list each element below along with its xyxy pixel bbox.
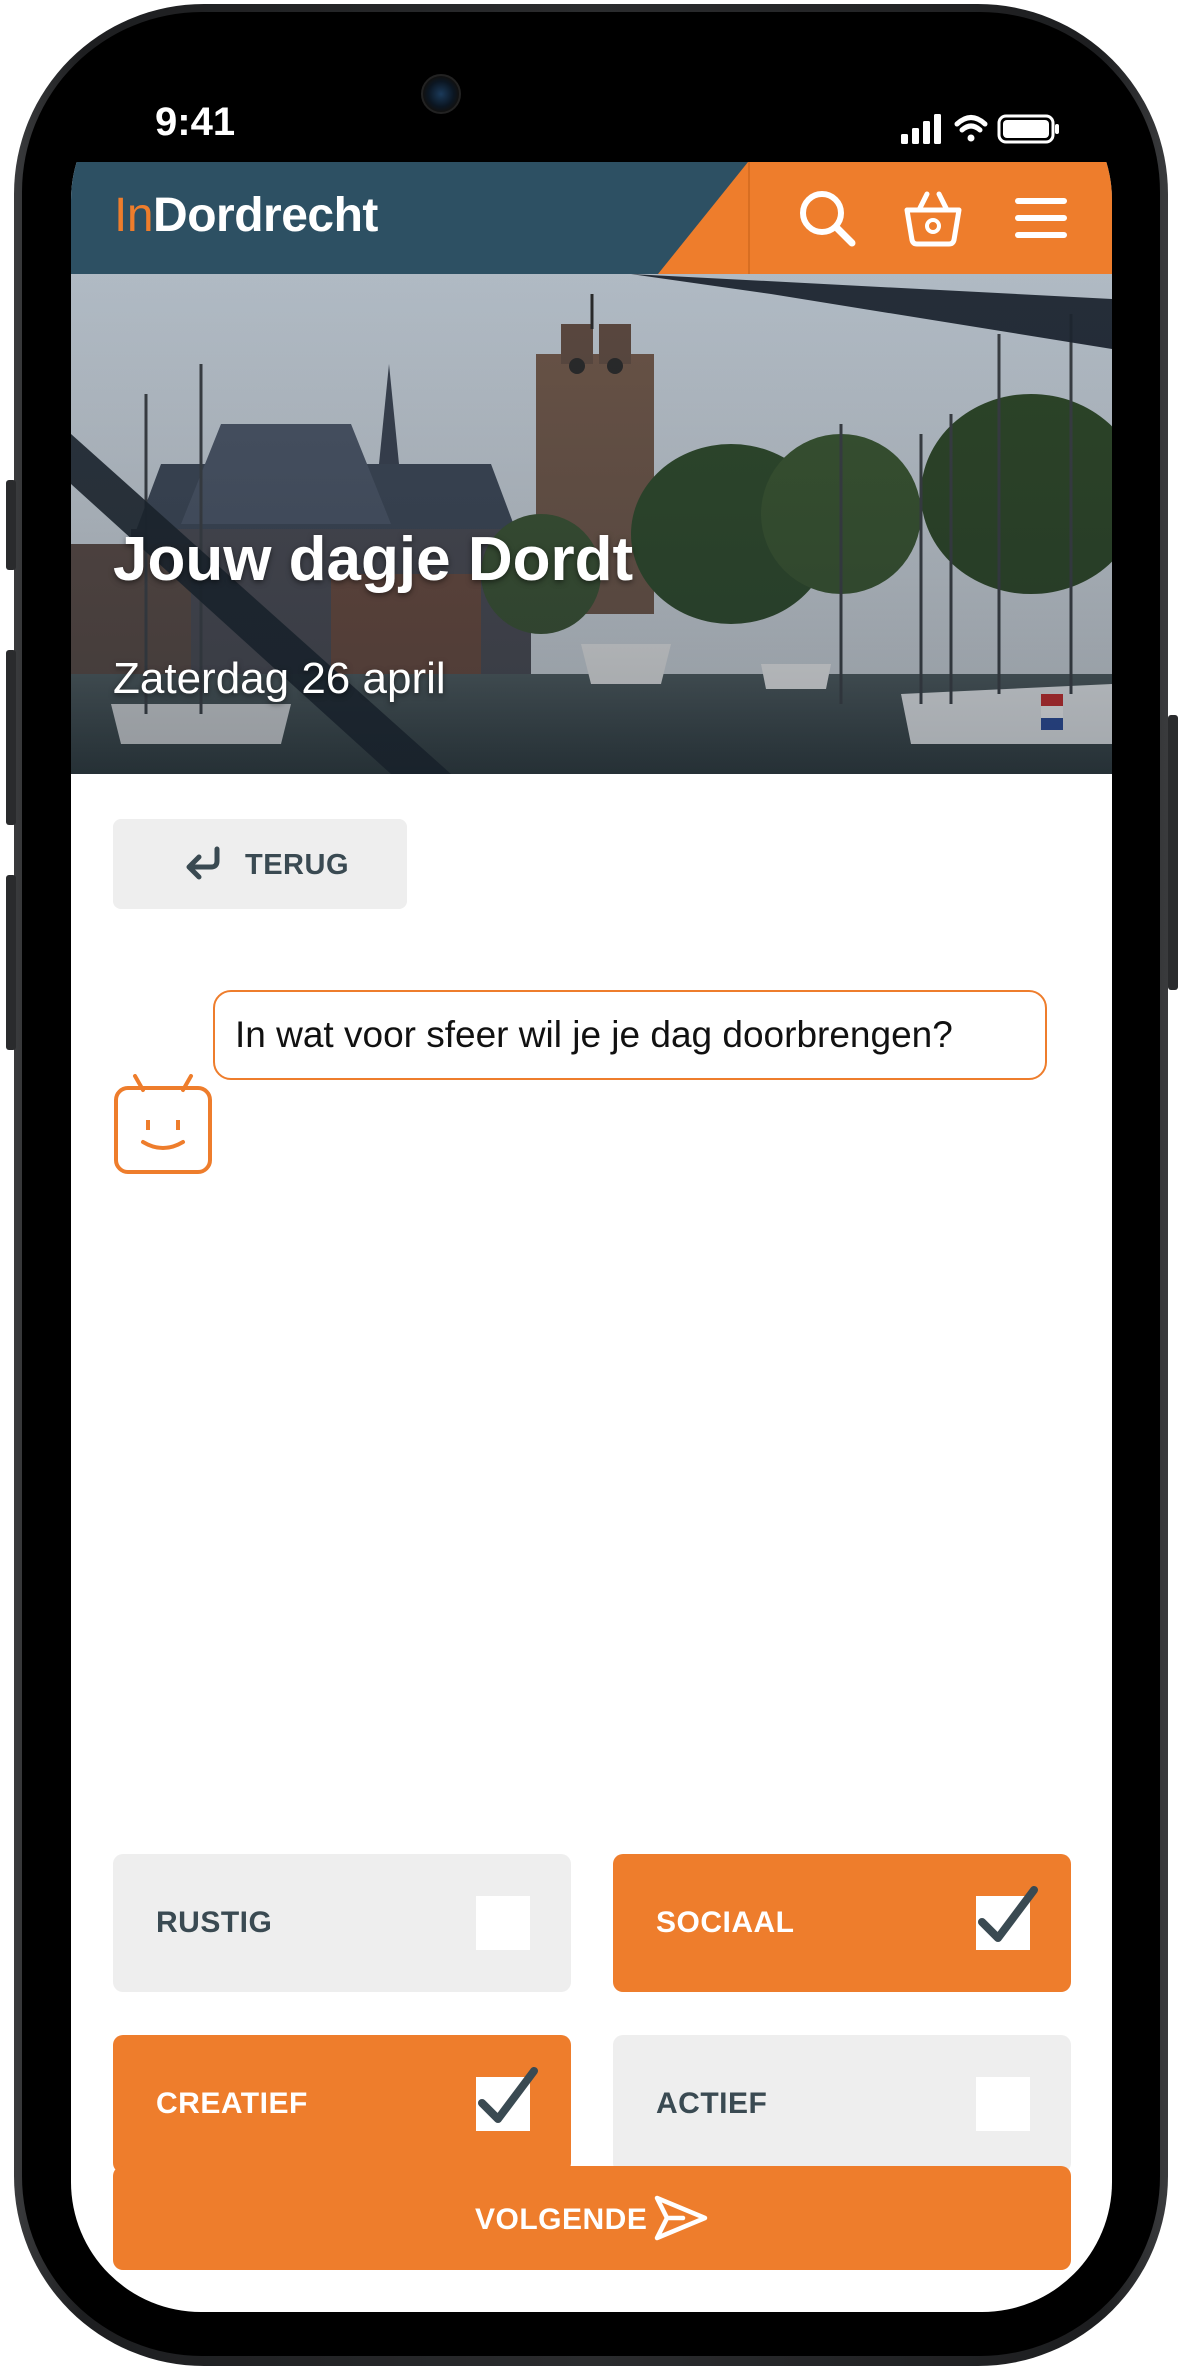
option-rustig[interactable]: RUSTIG [113, 1854, 571, 1992]
back-button-label: TERUG [245, 849, 349, 881]
option-sociaal[interactable]: SOCIAAL [613, 1854, 1071, 1992]
mute-switch [6, 480, 16, 570]
status-time: 9:41 [155, 100, 236, 144]
wifi-icon [954, 115, 988, 142]
status-icons [901, 114, 1059, 144]
option-actief[interactable]: ACTIEF [613, 2035, 1071, 2173]
bot-face-icon [114, 1074, 212, 1174]
option-checkbox[interactable] [976, 1886, 1038, 1950]
next-button[interactable]: VOLGENDE [113, 2166, 1071, 2270]
search-icon[interactable] [795, 186, 859, 250]
chat-question-bubble: In wat voor sfeer wil je je dag doorbren… [213, 990, 1047, 1080]
app-content: InDordrecht Jouw dagje Dordt Zaterdag 26… [71, 162, 1112, 2312]
next-button-label: VOLGENDE [475, 2203, 648, 2236]
send-icon [654, 2195, 708, 2241]
option-label: RUSTIG [156, 1906, 273, 1939]
option-label: CREATIEF [156, 2087, 308, 2120]
battery-icon [997, 114, 1059, 144]
front-camera [421, 74, 461, 114]
status-bar: 9:41 [71, 70, 1112, 162]
basket-icon[interactable] [901, 186, 965, 250]
menu-icon[interactable] [1009, 186, 1073, 250]
cellular-signal-icon [901, 114, 941, 144]
volume-down-button [6, 875, 16, 1050]
option-checkbox[interactable] [476, 2067, 538, 2131]
return-arrow-icon [186, 846, 220, 880]
checkmark-icon [978, 1886, 1038, 1942]
power-button [1168, 715, 1178, 990]
option-label: SOCIAAL [656, 1906, 795, 1939]
logo-prefix: In [114, 189, 154, 242]
page-date: Zaterdag 26 april [113, 654, 446, 703]
option-checkbox[interactable] [976, 2077, 1030, 2131]
app-header: InDordrecht [71, 162, 1112, 274]
back-button[interactable]: TERUG [113, 819, 407, 909]
page-title: Jouw dagje Dordt [113, 525, 634, 594]
chat-question-text: In wat voor sfeer wil je je dag doorbren… [235, 1014, 953, 1055]
app-logo[interactable]: InDordrecht [114, 188, 378, 243]
volume-up-button [6, 650, 16, 825]
option-creatief[interactable]: CREATIEF [113, 2035, 571, 2173]
hero-banner: Jouw dagje Dordt Zaterdag 26 april [71, 274, 1112, 774]
logo-main: Dordrecht [153, 189, 378, 242]
screen: 9:41 InDordrecht Jouw dagje Dordt Zaterd… [71, 70, 1112, 2312]
option-label: ACTIEF [656, 2087, 768, 2120]
checkmark-icon [478, 2067, 538, 2123]
option-checkbox[interactable] [476, 1896, 530, 1950]
phone-mockup: 9:41 InDordrecht Jouw dagje Dordt Zaterd… [0, 0, 1185, 2372]
